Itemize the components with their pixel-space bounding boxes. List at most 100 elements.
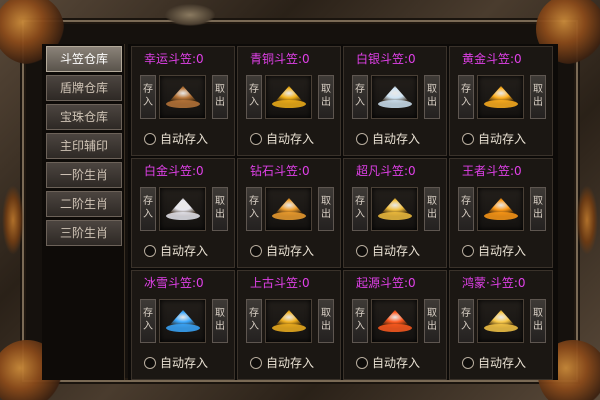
radio-circle-icon[interactable] xyxy=(356,133,368,145)
radio-circle-icon[interactable] xyxy=(462,245,474,257)
hat-storage-cell: 青铜斗笠:0 存入 取出自动存入 xyxy=(237,46,341,156)
hat-count-label: 鸿蒙·斗笠:0 xyxy=(462,276,526,290)
hat-count-label: 青铜斗笠:0 xyxy=(250,52,310,66)
auto-store-toggle[interactable]: 自动存入 xyxy=(356,131,420,147)
category-tab-list: 斗笠仓库盾牌仓库宝珠仓库主印辅印一阶生肖二阶生肖三阶生肖 xyxy=(42,44,125,380)
bronze-hat-icon xyxy=(269,82,309,112)
radio-circle-icon[interactable] xyxy=(356,245,368,257)
lucky-hat-icon xyxy=(163,82,203,112)
take-out-button[interactable]: 取出 xyxy=(212,75,228,119)
store-button[interactable]: 存入 xyxy=(352,187,368,231)
auto-store-toggle[interactable]: 自动存入 xyxy=(356,243,420,259)
radio-circle-icon[interactable] xyxy=(356,357,368,369)
store-button[interactable]: 存入 xyxy=(352,299,368,343)
item-slot[interactable] xyxy=(371,299,418,343)
hat-count-label: 白金斗笠:0 xyxy=(144,164,204,178)
radio-circle-icon[interactable] xyxy=(250,357,262,369)
auto-store-label: 自动存入 xyxy=(160,244,209,258)
tab-1[interactable]: 盾牌仓库 xyxy=(46,75,122,101)
take-out-button[interactable]: 取出 xyxy=(318,187,334,231)
auto-store-toggle[interactable]: 自动存入 xyxy=(356,355,420,371)
hat-storage-cell: 幸运斗笠:0 存入 取出自动存入 xyxy=(131,46,235,156)
side-ornament-icon xyxy=(2,185,24,255)
hat-count-label: 白银斗笠:0 xyxy=(356,52,416,66)
side-ornament-icon xyxy=(576,185,598,255)
king-hat-icon xyxy=(481,194,521,224)
take-out-button[interactable]: 取出 xyxy=(318,299,334,343)
auto-store-label: 自动存入 xyxy=(266,356,315,370)
tab-3[interactable]: 主印辅印 xyxy=(46,133,122,159)
tab-5[interactable]: 二阶生肖 xyxy=(46,191,122,217)
ancient-hat-icon xyxy=(269,306,309,336)
auto-store-toggle[interactable]: 自动存入 xyxy=(144,243,208,259)
take-out-button[interactable]: 取出 xyxy=(212,299,228,343)
store-button[interactable]: 存入 xyxy=(458,75,474,119)
auto-store-toggle[interactable]: 自动存入 xyxy=(462,355,526,371)
item-slot[interactable] xyxy=(477,187,524,231)
tab-4[interactable]: 一阶生肖 xyxy=(46,162,122,188)
auto-store-label: 自动存入 xyxy=(266,132,315,146)
diamond-hat-icon xyxy=(269,194,309,224)
auto-store-label: 自动存入 xyxy=(160,132,209,146)
store-button[interactable]: 存入 xyxy=(140,187,156,231)
auto-store-toggle[interactable]: 自动存入 xyxy=(462,243,526,259)
store-button[interactable]: 存入 xyxy=(246,75,262,119)
item-slot[interactable] xyxy=(265,187,312,231)
item-slot[interactable] xyxy=(159,187,206,231)
item-slot[interactable] xyxy=(265,75,312,119)
hat-storage-cell: 起源斗笠:0 存入 取出自动存入 xyxy=(343,270,447,380)
take-out-button[interactable]: 取出 xyxy=(424,299,440,343)
auto-store-label: 自动存入 xyxy=(478,356,527,370)
auto-store-toggle[interactable]: 自动存入 xyxy=(250,355,314,371)
take-out-button[interactable]: 取出 xyxy=(530,187,546,231)
auto-store-toggle[interactable]: 自动存入 xyxy=(144,131,208,147)
store-button[interactable]: 存入 xyxy=(246,187,262,231)
hat-storage-cell: 钻石斗笠:0 存入 取出自动存入 xyxy=(237,158,341,268)
take-out-button[interactable]: 取出 xyxy=(530,75,546,119)
auto-store-label: 自动存入 xyxy=(478,244,527,258)
auto-store-toggle[interactable]: 自动存入 xyxy=(250,131,314,147)
take-out-button[interactable]: 取出 xyxy=(424,187,440,231)
store-button[interactable]: 存入 xyxy=(246,299,262,343)
top-ornament xyxy=(165,4,215,26)
item-slot[interactable] xyxy=(477,75,524,119)
take-out-button[interactable]: 取出 xyxy=(530,299,546,343)
auto-store-label: 自动存入 xyxy=(372,244,421,258)
radio-circle-icon[interactable] xyxy=(144,133,156,145)
item-slot[interactable] xyxy=(371,187,418,231)
store-button[interactable]: 存入 xyxy=(352,75,368,119)
hat-storage-cell: 黄金斗笠:0 存入 取出自动存入 xyxy=(449,46,553,156)
hat-storage-cell: 白金斗笠:0 存入 取出自动存入 xyxy=(131,158,235,268)
radio-circle-icon[interactable] xyxy=(462,357,474,369)
auto-store-toggle[interactable]: 自动存入 xyxy=(250,243,314,259)
auto-store-label: 自动存入 xyxy=(372,356,421,370)
tab-0[interactable]: 斗笠仓库 xyxy=(46,46,122,72)
tab-6[interactable]: 三阶生肖 xyxy=(46,220,122,246)
radio-circle-icon[interactable] xyxy=(462,133,474,145)
take-out-button[interactable]: 取出 xyxy=(424,75,440,119)
store-button[interactable]: 存入 xyxy=(140,75,156,119)
transcendent-hat-icon xyxy=(375,194,415,224)
take-out-button[interactable]: 取出 xyxy=(318,75,334,119)
radio-circle-icon[interactable] xyxy=(144,245,156,257)
item-slot[interactable] xyxy=(371,75,418,119)
auto-store-toggle[interactable]: 自动存入 xyxy=(462,131,526,147)
item-slot[interactable] xyxy=(265,299,312,343)
radio-circle-icon[interactable] xyxy=(250,245,262,257)
item-slot[interactable] xyxy=(159,75,206,119)
item-slot[interactable] xyxy=(159,299,206,343)
store-button[interactable]: 存入 xyxy=(458,187,474,231)
radio-circle-icon[interactable] xyxy=(144,357,156,369)
auto-store-toggle[interactable]: 自动存入 xyxy=(144,355,208,371)
tab-2[interactable]: 宝珠仓库 xyxy=(46,104,122,130)
origin-hat-icon xyxy=(375,306,415,336)
item-slot[interactable] xyxy=(477,299,524,343)
take-out-button[interactable]: 取出 xyxy=(212,187,228,231)
auto-store-label: 自动存入 xyxy=(372,132,421,146)
store-button[interactable]: 存入 xyxy=(140,299,156,343)
hat-storage-cell: 超凡斗笠:0 存入 取出自动存入 xyxy=(343,158,447,268)
hat-count-label: 钻石斗笠:0 xyxy=(250,164,310,178)
hat-count-label: 上古斗笠:0 xyxy=(250,276,310,290)
store-button[interactable]: 存入 xyxy=(458,299,474,343)
radio-circle-icon[interactable] xyxy=(250,133,262,145)
